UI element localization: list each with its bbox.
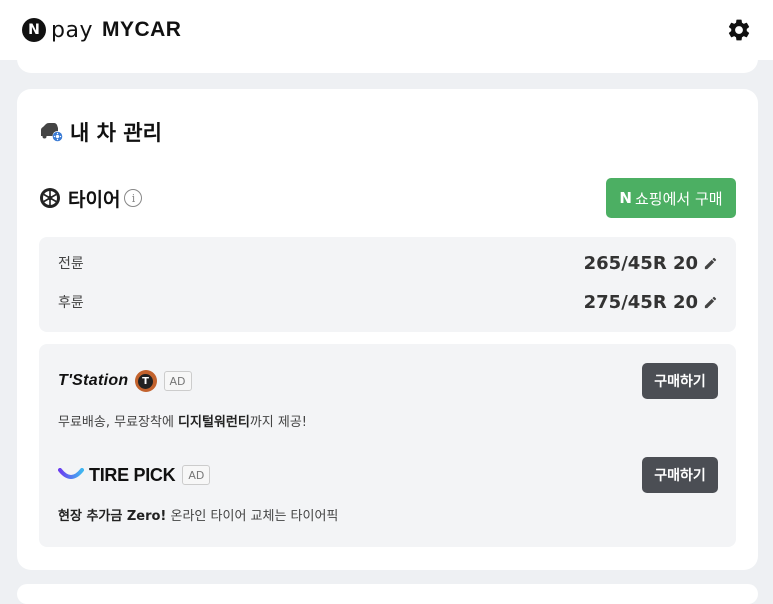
tirepick-logo-group: TIRE PICK xyxy=(58,464,176,486)
gear-icon[interactable] xyxy=(726,17,752,43)
tstation-badge-icon: T xyxy=(134,370,157,392)
tirepick-buy-button[interactable]: 구매하기 xyxy=(642,457,718,493)
ad-tirepick-top: TIRE PICK AD 구매하기 xyxy=(58,457,718,493)
ad-tirepick: TIRE PICK AD 구매하기 현장 추가금 Zero! 온라인 타이어 교… xyxy=(58,457,718,524)
rear-tire-size-value: 275/45R 20 xyxy=(583,291,698,313)
card-title: 내 차 관리 xyxy=(39,117,162,147)
naver-n-icon: N xyxy=(22,18,46,42)
tstation-logo[interactable]: T'Station T AD xyxy=(58,370,192,392)
card-title-text: 내 차 관리 xyxy=(70,121,162,145)
rear-tire-row: 후륜 275/45R 20 xyxy=(58,290,718,314)
tirepick-smile-icon xyxy=(58,468,84,479)
tirepick-logo[interactable]: TIRE PICK AD xyxy=(58,464,211,486)
tirepick-wordmark: TIRE PICK xyxy=(89,464,176,485)
tire-title: 타이어 xyxy=(68,188,121,211)
wheel-icon xyxy=(40,188,60,208)
tirepick-description: 현장 추가금 Zero! 온라인 타이어 교체는 타이어픽 xyxy=(58,505,718,524)
mycar-wordmark: MYCAR xyxy=(101,18,182,41)
tire-ads-box: T'Station T AD 구매하기 무료배송, 무료장착에 디지털워런티까지… xyxy=(39,344,736,547)
my-car-management-card: 내 차 관리 타이어 i N 쇼핑에서 구매 전륜 265/45R 20 후륜 … xyxy=(17,89,758,570)
front-tire-size: 265/45R 20 xyxy=(584,253,718,274)
tstation-wordmark: T'Station xyxy=(58,372,129,389)
tire-header: 타이어 i N 쇼핑에서 구매 xyxy=(39,178,736,218)
naver-n-mark: N xyxy=(619,189,632,207)
ad-tstation: T'Station T AD 구매하기 무료배송, 무료장착에 디지털워런티까지… xyxy=(58,363,718,430)
info-icon[interactable]: i xyxy=(124,189,143,207)
front-tire-row: 전륜 265/45R 20 xyxy=(58,251,718,275)
pencil-icon[interactable] xyxy=(703,256,718,271)
rear-tire-label: 후륜 xyxy=(58,295,84,311)
ad-tag: AD xyxy=(182,465,211,485)
pay-wordmark: pay xyxy=(51,17,93,43)
shop-button-label: 쇼핑에서 구매 xyxy=(634,189,723,208)
next-card xyxy=(17,584,758,604)
tstation-desc-prefix: 무료배송, 무료장착에 xyxy=(58,415,179,430)
naver-shopping-buy-button[interactable]: N 쇼핑에서 구매 xyxy=(606,178,736,218)
tstation-desc-bold: 디지털워런티 xyxy=(178,415,250,430)
app-header: N pay MYCAR xyxy=(0,0,773,60)
tstation-buy-button[interactable]: 구매하기 xyxy=(642,363,718,399)
car-settings-icon xyxy=(41,123,63,142)
tire-title-group: 타이어 i xyxy=(39,185,143,212)
tire-size-box: 전륜 265/45R 20 후륜 275/45R 20 xyxy=(39,237,736,332)
ad-tstation-top: T'Station T AD 구매하기 xyxy=(58,363,718,399)
front-tire-label: 전륜 xyxy=(58,256,84,272)
brand-logo[interactable]: N pay MYCAR xyxy=(22,18,181,43)
tirepick-desc-suffix: 온라인 타이어 교체는 타이어픽 xyxy=(166,509,339,524)
tstation-badge-letter: T xyxy=(138,373,153,389)
pencil-icon[interactable] xyxy=(703,295,718,310)
tstation-desc-suffix: 까지 제공! xyxy=(249,415,307,430)
front-tire-size-value: 265/45R 20 xyxy=(583,252,698,274)
rear-tire-size: 275/45R 20 xyxy=(584,292,718,313)
ad-tag: AD xyxy=(163,371,192,391)
tstation-description: 무료배송, 무료장착에 디지털워런티까지 제공! xyxy=(58,411,718,430)
tirepick-desc-bold: 현장 추가금 Zero! xyxy=(58,509,167,524)
